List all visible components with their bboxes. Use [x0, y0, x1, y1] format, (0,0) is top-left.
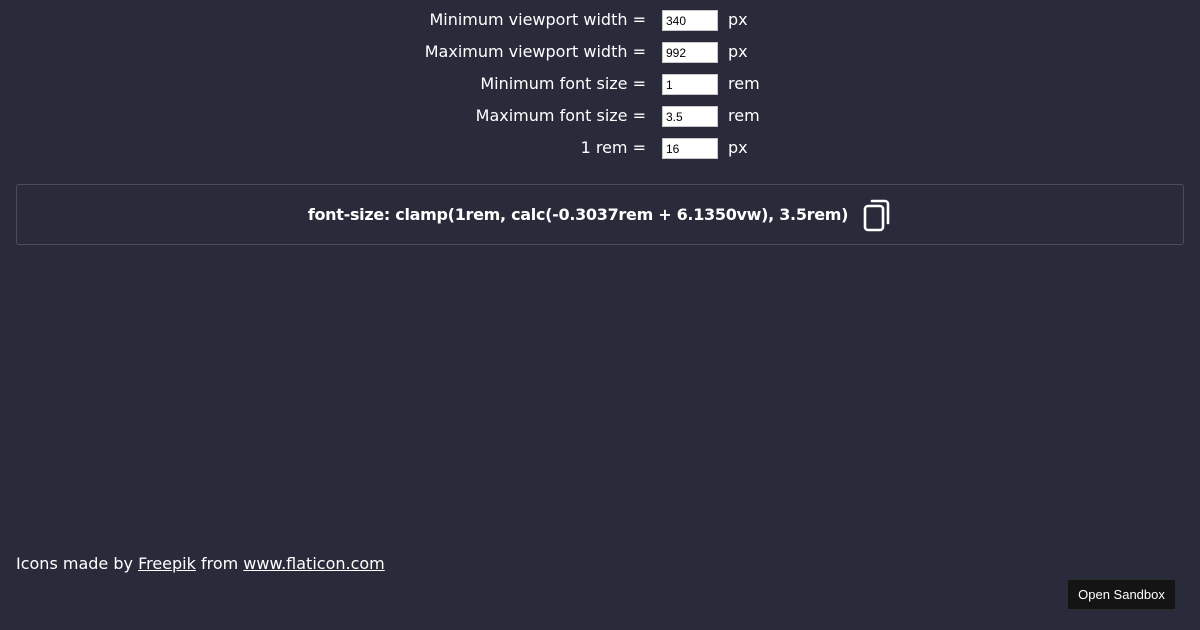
min-font-row: Minimum font size = rem	[0, 72, 1200, 104]
copy-icon	[863, 199, 890, 231]
copy-button[interactable]	[862, 198, 892, 232]
credits-prefix: Icons made by	[16, 554, 139, 573]
open-sandbox-button[interactable]: Open Sandbox	[1067, 579, 1176, 610]
settings-form: Minimum viewport width = px Maximum view…	[0, 8, 1200, 168]
max-viewport-label: Maximum viewport width =	[424, 42, 646, 61]
min-font-label: Minimum font size =	[480, 74, 646, 93]
max-viewport-row: Maximum viewport width = px	[0, 40, 1200, 72]
max-font-unit: rem	[728, 106, 760, 125]
clamp-output: font-size: clamp(1rem, calc(-0.3037rem +…	[307, 205, 849, 224]
rem-size-input[interactable]	[662, 138, 718, 159]
min-font-input[interactable]	[662, 74, 718, 95]
min-viewport-unit: px	[728, 10, 748, 29]
rem-size-label: 1 rem =	[580, 138, 646, 157]
result-box: font-size: clamp(1rem, calc(-0.3037rem +…	[16, 184, 1184, 245]
max-font-input[interactable]	[662, 106, 718, 127]
max-viewport-unit: px	[728, 42, 748, 61]
rem-size-row: 1 rem = px	[0, 136, 1200, 168]
min-viewport-row: Minimum viewport width = px	[0, 8, 1200, 40]
min-viewport-input[interactable]	[662, 10, 718, 31]
min-font-unit: rem	[728, 74, 760, 93]
rem-size-unit: px	[728, 138, 748, 157]
icon-credits: Icons made by Freepik from www.flaticon.…	[16, 554, 385, 574]
max-viewport-input[interactable]	[662, 42, 718, 63]
max-font-label: Maximum font size =	[475, 106, 646, 125]
freepik-link[interactable]: Freepik	[138, 554, 196, 573]
credits-middle: from	[195, 554, 244, 573]
max-font-row: Maximum font size = rem	[0, 104, 1200, 136]
flaticon-link[interactable]: www.flaticon.com	[243, 554, 384, 573]
min-viewport-label: Minimum viewport width =	[429, 10, 646, 29]
